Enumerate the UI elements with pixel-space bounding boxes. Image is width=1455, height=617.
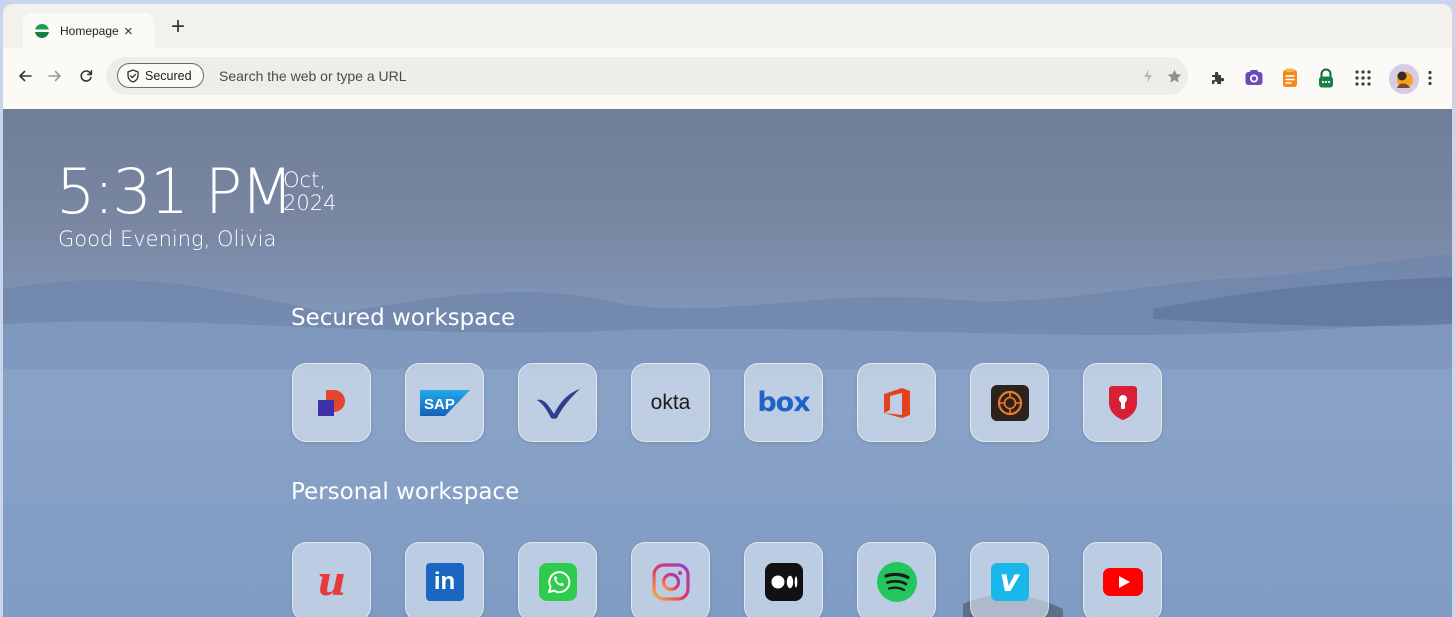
toolbar: Secured xyxy=(3,48,1452,109)
app-tile-password-manager[interactable] xyxy=(1083,363,1162,442)
tab-strip: Homepage × + xyxy=(3,4,1452,49)
box-icon: box xyxy=(757,387,810,418)
upwork-icon: u xyxy=(316,557,347,605)
youtube-icon xyxy=(1102,567,1143,596)
more-menu-icon[interactable] xyxy=(1423,65,1437,91)
close-tab-icon[interactable]: × xyxy=(124,23,133,40)
app-tile-adobe[interactable] xyxy=(970,363,1049,442)
app-tile-instagram[interactable] xyxy=(631,542,710,617)
adobe-aem-icon xyxy=(990,384,1029,421)
profile-avatar[interactable] xyxy=(1389,64,1419,94)
back-button[interactable] xyxy=(14,65,36,87)
greeting: Good Evening, Olivia xyxy=(58,227,277,251)
homepage-content: 5:31 PM Oct, 2024 Good Evening, Olivia S… xyxy=(3,109,1452,617)
shield-keyhole-icon xyxy=(1108,385,1137,420)
new-tab-button[interactable]: + xyxy=(167,15,189,40)
secured-chip[interactable]: Secured xyxy=(117,63,204,88)
clock-time: 5:31 PM xyxy=(56,155,294,228)
app-tile-spotify[interactable] xyxy=(857,542,936,617)
app-tile-vimeo[interactable]: v xyxy=(970,542,1049,617)
tab-title: Homepage xyxy=(60,24,119,38)
spotify-icon xyxy=(876,561,917,602)
personal-workspace-row: u in v xyxy=(292,542,1162,617)
tab-homepage[interactable]: Homepage × xyxy=(23,13,154,49)
app-tile-linkedin[interactable]: in xyxy=(405,542,484,617)
app-tile-checkmark[interactable] xyxy=(518,363,597,442)
app-tile-medium[interactable] xyxy=(744,542,823,617)
lightning-icon[interactable] xyxy=(1138,66,1158,86)
app-tile-youtube[interactable] xyxy=(1083,542,1162,617)
app-tile-okta[interactable]: okta xyxy=(631,363,710,442)
okta-icon: okta xyxy=(650,390,691,414)
avatar-image-icon xyxy=(1397,71,1413,88)
forward-arrow-icon xyxy=(48,70,61,82)
app-tile-office[interactable] xyxy=(857,363,936,442)
secured-workspace-row: SAP okta box xyxy=(292,363,1162,442)
app-tile-upwork[interactable]: u xyxy=(292,542,371,617)
omnibox: Secured xyxy=(106,57,1188,95)
secured-label: Secured xyxy=(145,68,192,83)
reload-button[interactable] xyxy=(75,65,97,87)
app-tile-sap[interactable]: SAP xyxy=(405,363,484,442)
notes-icon[interactable] xyxy=(1277,65,1303,91)
secured-workspace-title: Secured workspace xyxy=(291,305,516,331)
dayforce-icon xyxy=(317,389,345,416)
linkedin-text: in xyxy=(433,567,456,595)
vimeo-text: v xyxy=(999,563,1020,599)
clock-date-month: Oct, xyxy=(283,168,326,192)
camera-icon[interactable] xyxy=(1241,65,1267,91)
vimeo-icon: v xyxy=(990,562,1029,601)
back-arrow-icon xyxy=(19,70,32,82)
sap-text: SAP xyxy=(424,396,455,413)
password-lock-icon[interactable] xyxy=(1313,65,1339,91)
url-input[interactable] xyxy=(219,67,1019,85)
bookmark-star-icon[interactable] xyxy=(1164,66,1184,86)
app-tile-box[interactable]: box xyxy=(744,363,823,442)
shield-check-icon xyxy=(127,68,139,83)
puzzle-extensions-icon[interactable] xyxy=(1205,65,1231,91)
forward-button[interactable] xyxy=(44,65,66,87)
clock-date-year: 2024 xyxy=(283,191,337,215)
checkmark-logo-icon xyxy=(536,388,580,419)
linkedin-icon: in xyxy=(425,562,464,601)
office-icon xyxy=(883,387,910,418)
app-tile-whatsapp[interactable] xyxy=(518,542,597,617)
clock-date: Oct, 2024 xyxy=(283,169,336,215)
instagram-icon xyxy=(651,562,690,601)
browser-window: Homepage × + Secured Search the web or t… xyxy=(3,4,1452,617)
medium-icon xyxy=(764,562,803,601)
whatsapp-icon xyxy=(538,562,577,601)
personal-workspace-title: Personal workspace xyxy=(291,479,520,505)
app-tile-dayforce[interactable] xyxy=(292,363,371,442)
apps-grid-icon[interactable] xyxy=(1350,65,1376,91)
reload-icon xyxy=(80,70,93,82)
sap-icon: SAP xyxy=(419,389,470,416)
globe-favicon-icon xyxy=(35,24,49,38)
